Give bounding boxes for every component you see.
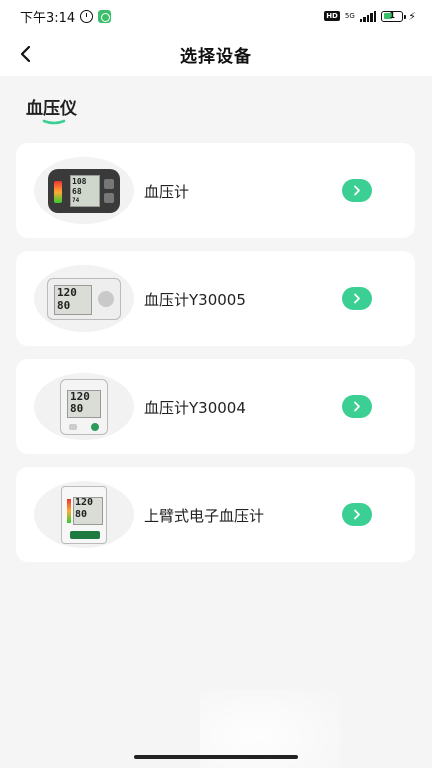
device-name: 血压计 — [144, 183, 190, 201]
arrow-button[interactable] — [342, 179, 372, 202]
battery-level: 1 — [389, 11, 396, 20]
device-card[interactable]: 120 80 上臂式电子血压计 — [16, 467, 415, 562]
charging-icon: ⚡ — [408, 9, 416, 23]
device-card[interactable]: 120 80 血压计Y30004 — [16, 359, 415, 454]
device-image: 120 80 — [34, 373, 134, 440]
status-right: HD 5G 1 ⚡ — [324, 10, 416, 23]
network-label: 5G — [344, 11, 355, 20]
device-image: 120 80 — [34, 481, 134, 548]
signal-icon — [359, 10, 377, 22]
device-image: 108 68 74 — [34, 157, 134, 224]
hd-badge: HD — [324, 11, 340, 21]
device-name: 血压计Y30004 — [144, 399, 246, 417]
device-card[interactable]: 108 68 74 血压计 — [16, 143, 415, 238]
home-indicator[interactable] — [134, 755, 298, 759]
chevron-right-icon — [354, 293, 360, 304]
network-type: 5G — [344, 11, 355, 20]
app-notification-icon — [98, 9, 112, 23]
arrow-button[interactable] — [342, 395, 372, 418]
chevron-right-icon — [354, 509, 360, 520]
section-underline — [42, 119, 66, 125]
battery-icon: 1 — [381, 10, 406, 22]
section-title: 血压仪 — [26, 99, 77, 119]
chevron-right-icon — [354, 185, 360, 196]
arrow-button[interactable] — [342, 287, 372, 310]
back-button[interactable] — [12, 40, 40, 68]
status-left: 下午3:14 — [20, 7, 112, 26]
arrow-button[interactable] — [342, 503, 372, 526]
device-name: 上臂式电子血压计 — [144, 507, 265, 525]
chevron-right-icon — [354, 401, 360, 412]
page-title: 选择设备 — [180, 46, 252, 67]
device-card[interactable]: 120 80 血压计Y30005 — [16, 251, 415, 346]
device-list: 108 68 74 血压计 120 80 血压计Y30005 120 80 血压… — [16, 143, 415, 575]
status-bar: 下午3:14 HD 5G 1 ⚡ — [0, 0, 432, 32]
device-name: 血压计Y30005 — [144, 291, 246, 309]
chevron-left-icon — [20, 45, 31, 63]
nav-bar: 选择设备 — [0, 32, 432, 76]
status-time: 下午3:14 — [20, 10, 76, 26]
alarm-icon — [80, 9, 94, 23]
device-image: 120 80 — [34, 265, 134, 332]
